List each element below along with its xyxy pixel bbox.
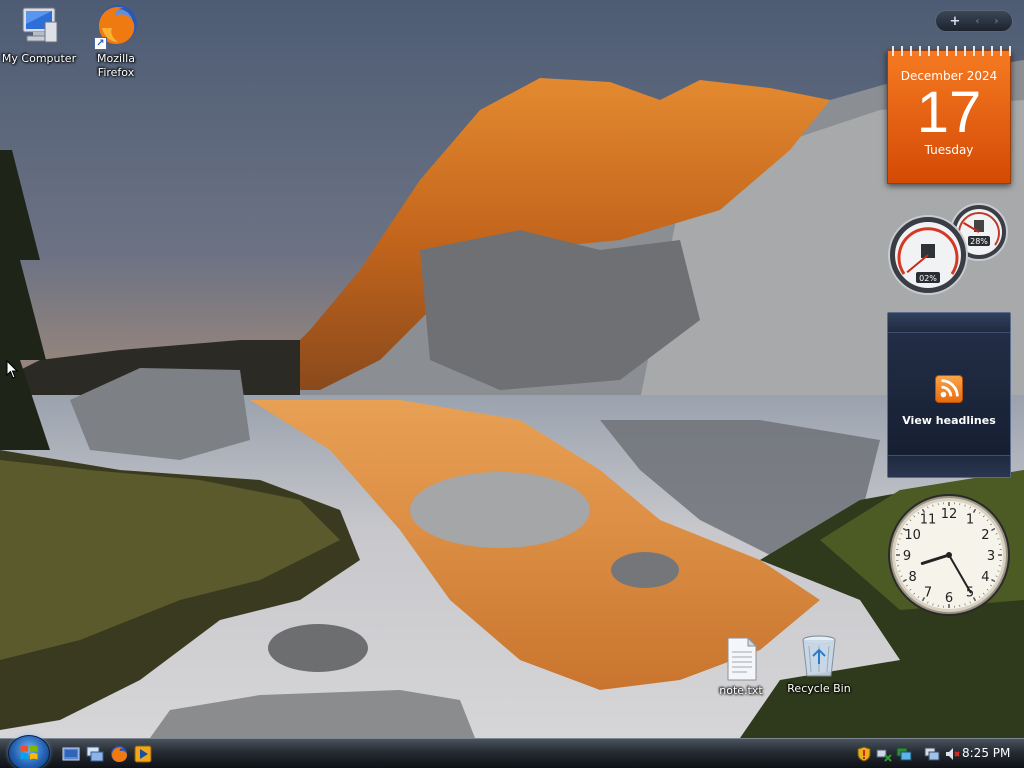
desktop-icon-my-computer[interactable]: My Computer (0, 2, 81, 66)
calendar-day-number: 17 (916, 80, 982, 145)
network-activity-icon[interactable] (896, 746, 912, 762)
desktop-icon-note-txt[interactable]: note.txt (699, 634, 783, 698)
shortcut-arrow-icon: ↗ (94, 37, 107, 50)
feed-gadget-header (888, 313, 1010, 333)
feed-gadget-footer (888, 455, 1010, 477)
memory-percent-label: 28% (970, 237, 988, 246)
cpu-percent-label: 02% (919, 274, 937, 283)
clock-numeral: 4 (981, 570, 989, 585)
clock-numeral: 6 (945, 591, 953, 606)
view-headlines-link[interactable]: View headlines (902, 414, 996, 427)
label-line: Firefox (97, 66, 135, 79)
firefox-icon: ↗ (92, 2, 140, 50)
computer-icon (22, 7, 58, 43)
clock-numeral: 8 (908, 570, 916, 585)
volume-muted-icon[interactable] (944, 746, 960, 762)
label-line: Mozilla (97, 52, 135, 65)
switch-windows-icon[interactable] (86, 745, 104, 763)
media-player-icon[interactable] (134, 745, 152, 763)
clock-gadget[interactable]: 121234567891011 (886, 492, 1012, 618)
add-gadget-button[interactable]: + (949, 14, 960, 29)
clock-numeral: 11 (920, 513, 937, 528)
desktop-icon-recycle-bin[interactable]: Recycle Bin (777, 632, 861, 696)
clock-numeral: 1 (966, 513, 974, 528)
security-shield-icon[interactable] (856, 746, 872, 762)
clock-numeral: 7 (924, 585, 932, 600)
clock-numeral: 12 (941, 507, 958, 522)
desktop-icon-firefox[interactable]: ↗ Mozilla Firefox (74, 2, 158, 80)
show-desktop-icon[interactable] (62, 745, 80, 763)
taskbar: 8:25 PM (0, 735, 1024, 768)
clock-numeral: 10 (904, 528, 921, 543)
desktop-wallpaper (0, 0, 1024, 738)
desktop-icon-label: My Computer (1, 52, 77, 65)
network-icon[interactable] (876, 746, 892, 762)
mouse-cursor-icon (6, 360, 19, 379)
sidebar-controls: + ‹ › (935, 10, 1013, 32)
previous-page-button[interactable]: ‹ (975, 16, 979, 27)
clock-center-pin (946, 552, 952, 558)
quick-launch-toolbar (62, 745, 152, 763)
clock-numeral: 3 (987, 549, 995, 564)
cpu-gauge: 02% (888, 215, 968, 295)
recycle-bin-icon (802, 635, 836, 677)
desktop-icon-label: Mozilla Firefox (74, 52, 158, 80)
rss-icon (935, 375, 963, 403)
calendar-gadget[interactable]: December 2024 17 Tuesday (887, 46, 1012, 184)
taskbar-clock[interactable]: 8:25 PM (962, 746, 1010, 760)
clock-numeral: 9 (903, 549, 911, 564)
system-tray (856, 743, 960, 765)
next-page-button[interactable]: › (994, 16, 998, 27)
calendar-binding-rings (888, 46, 1012, 56)
cpu-meter-gadget[interactable]: 28% 02% (886, 200, 1012, 296)
desktop-icon-label: note.txt (719, 684, 763, 697)
desktop-icon-label: Recycle Bin (787, 682, 851, 695)
network-connection-icon[interactable] (924, 746, 940, 762)
feed-headlines-gadget[interactable]: View headlines (887, 312, 1011, 478)
windows-logo-icon (20, 745, 38, 760)
start-button[interactable] (8, 735, 50, 768)
calendar-weekday: Tuesday (924, 143, 974, 157)
clock-numeral: 2 (981, 528, 989, 543)
text-file-icon (727, 636, 758, 681)
firefox-icon[interactable] (110, 745, 128, 763)
